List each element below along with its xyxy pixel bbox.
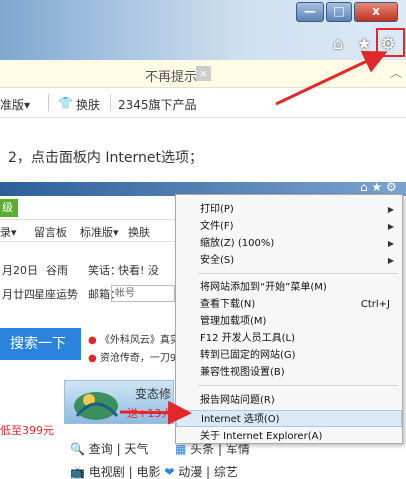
solar-term[interactable]: 谷雨 xyxy=(46,262,68,278)
banner-title: 变态修 xyxy=(135,387,172,401)
fav-item-login[interactable]: 录▾ xyxy=(0,224,17,240)
search-icon: 🔍 xyxy=(70,442,85,456)
menu-item-report-problem[interactable]: 报告网站问题(R) xyxy=(176,392,402,409)
joke-link[interactable]: 快看! 没 xyxy=(118,262,159,278)
hotlink-anime[interactable]: 动漫 xyxy=(178,465,202,479)
bullet-icon: ● xyxy=(88,335,100,346)
menu-item-internet-options[interactable]: Internet 选项(O) xyxy=(176,410,402,427)
tools-menu: 打印(P) ▶ 文件(F) ▶ 缩放(Z) (100%) ▶ 安全(S) ▶ 将网站添加… xyxy=(175,194,403,444)
screenshot-ie-tools-menu: ⌂ ★ ⚙ 级 录▾ 留言板 标准版▾ 换肤 月20日 谷雨 月廿四 星座运势 … xyxy=(0,182,406,479)
notice-close-icon[interactable]: × xyxy=(196,66,211,81)
promo-price[interactable]: 低至399元 xyxy=(0,422,54,438)
divider xyxy=(48,94,49,111)
submenu-arrow-icon: ▶ xyxy=(387,256,394,265)
gear-highlight-box xyxy=(376,28,405,57)
green-tab[interactable]: 级 xyxy=(0,199,18,217)
close-button[interactable]: x xyxy=(354,2,398,22)
bullet-icon: ● xyxy=(88,353,100,364)
news-item[interactable]: ● 《外科风云》真实 xyxy=(88,331,180,346)
screenshot-ie-toolbar: — □ x ⌂ ★ ⚙ 不再提示 × ︿ 准版▾ 👕 换肤 2345旗下产品 xyxy=(0,0,406,118)
menu-item-safety[interactable]: 安全(S) ▶ xyxy=(176,252,402,269)
minimize-button[interactable]: — xyxy=(296,2,324,22)
tv-icon: 📺 xyxy=(70,465,85,479)
notice-bar: 不再提示 × xyxy=(0,60,406,88)
menu-item-pinned-sites[interactable]: 转到已固定的网站(G) xyxy=(176,347,402,364)
menu-divider xyxy=(198,273,398,274)
menu-item-downloads[interactable]: 查看下载(N) Ctrl+J xyxy=(176,296,402,313)
fav-item-skin[interactable]: 换肤 xyxy=(128,224,150,240)
game-banner[interactable]: 变态修 送+13人 xyxy=(64,380,174,424)
fav-item-skin[interactable]: 换肤 xyxy=(76,96,100,113)
fav-item-2345-products[interactable]: 2345旗下产品 xyxy=(118,96,197,113)
menu-item-print[interactable]: 打印(P) ▶ xyxy=(176,201,402,218)
hotlink-query[interactable]: 查询 xyxy=(89,442,113,456)
menu-item-compat-view[interactable]: 兼容性视图设置(B) xyxy=(176,364,402,381)
favorites-star-icon[interactable]: ★ xyxy=(357,34,371,53)
chevron-up-icon[interactable]: ︿ xyxy=(390,64,402,81)
joke-label: 笑话： xyxy=(88,264,121,277)
notice-text: 不再提示 xyxy=(145,70,198,85)
date-text: 月20日 xyxy=(2,264,38,277)
hotlink-weather[interactable]: 天气 xyxy=(124,442,148,456)
hotlink-movie[interactable]: 电影 xyxy=(136,465,160,479)
menu-item-addons[interactable]: 管理加载项(M) xyxy=(176,313,402,330)
menu-item-file[interactable]: 文件(F) ▶ xyxy=(176,218,402,235)
hotlink-tv[interactable]: 电视剧 xyxy=(89,465,125,479)
fav-item-version[interactable]: 准版▾ xyxy=(0,96,30,113)
shortcut-text: Ctrl+J xyxy=(360,299,390,310)
maximize-button[interactable]: □ xyxy=(326,2,352,22)
toolbar-icons: ⌂ ★ ⚙ xyxy=(360,182,397,194)
horoscope-link[interactable]: 星座运势 xyxy=(34,286,78,302)
favorites-bar: 准版▾ 👕 换肤 2345旗下产品 xyxy=(0,89,406,118)
fav-item-version[interactable]: 标准版▾ xyxy=(80,224,119,240)
lunar-date: 月廿四 xyxy=(2,288,35,301)
anime-icon: ❤ xyxy=(164,465,175,479)
submenu-arrow-icon: ▶ xyxy=(387,205,394,214)
menu-divider xyxy=(198,385,398,386)
divider xyxy=(110,94,111,111)
menu-item-zoom[interactable]: 缩放(Z) (100%) ▶ xyxy=(176,235,402,252)
favorites-bar: 录▾ 留言板 标准版▾ 换肤 xyxy=(0,220,175,242)
banner-subtitle: 送+13人 xyxy=(127,407,173,420)
news-item[interactable]: ● 资沧传奇，一刀99 xyxy=(88,349,183,364)
search-button[interactable]: 搜索一下 xyxy=(0,328,81,360)
step-caption: 2，点击面板内 Internet选项； xyxy=(8,150,203,166)
shirt-icon: 👕 xyxy=(58,96,73,110)
menu-item-about-ie[interactable]: 关于 Internet Explorer(A) xyxy=(176,428,402,445)
home-icon[interactable]: ⌂ xyxy=(333,34,343,53)
mail-account-input[interactable]: 帐号 xyxy=(111,285,175,302)
menu-item-add-to-start[interactable]: 将网站添加到“开始”菜单(M) xyxy=(176,279,402,296)
menu-item-devtools[interactable]: F12 开发人员工具(L) xyxy=(176,330,402,347)
dragon-icon xyxy=(74,392,119,420)
submenu-arrow-icon: ▶ xyxy=(387,222,394,231)
hotlink-variety[interactable]: 综艺 xyxy=(214,465,238,479)
submenu-arrow-icon: ▶ xyxy=(387,239,394,248)
fav-item-guestbook[interactable]: 留言板 xyxy=(34,224,67,240)
tab-bar: 级 xyxy=(0,196,175,220)
